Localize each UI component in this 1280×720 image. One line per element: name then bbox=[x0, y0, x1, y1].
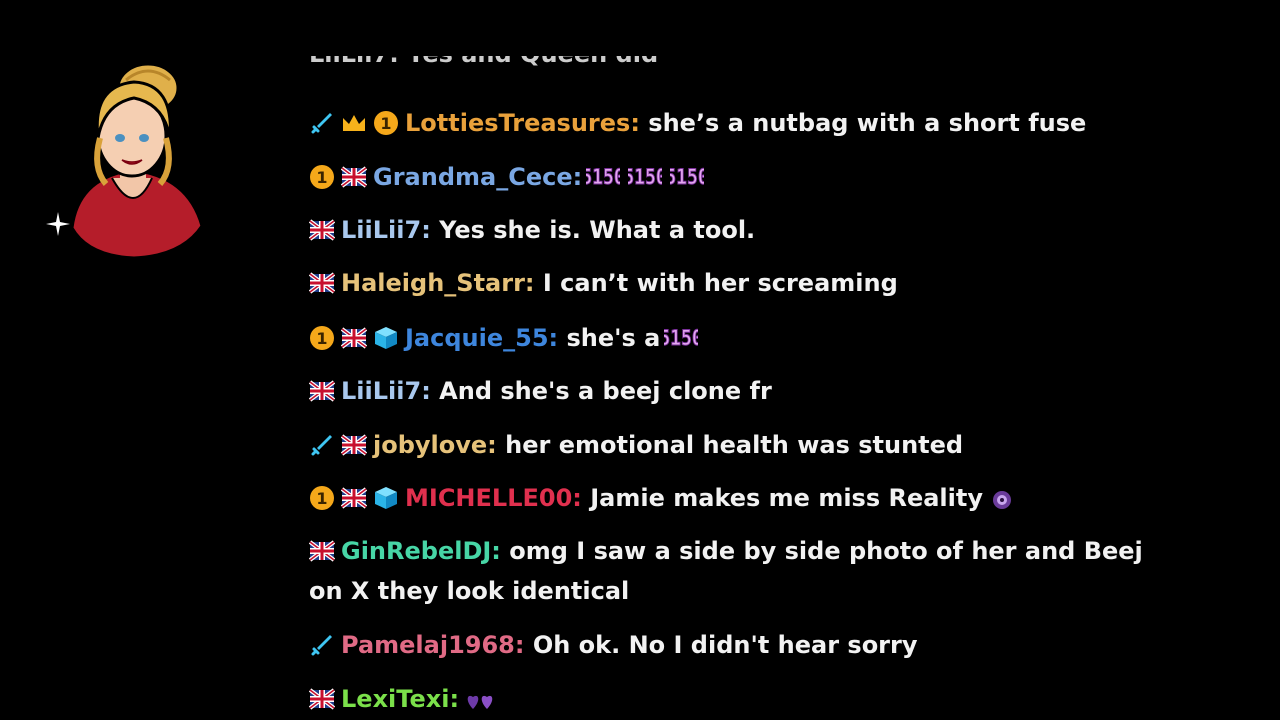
chat-text: And she's a beej clone fr bbox=[430, 377, 772, 405]
chat-message: 1Grandma_Cece:515051505150 bbox=[309, 157, 1189, 203]
chat-message: 1 LottiesTreasures: she’s a nutbag with a… bbox=[309, 103, 1189, 143]
uk-flag-icon bbox=[309, 217, 335, 243]
svg-text:1: 1 bbox=[316, 168, 327, 187]
crown-icon bbox=[341, 110, 367, 136]
chat-username[interactable]: jobylove: bbox=[373, 431, 497, 459]
chat-text: her emotional health was stunted bbox=[496, 431, 964, 459]
uk-flag-icon bbox=[309, 538, 335, 564]
svg-text:5150: 5150 bbox=[586, 164, 620, 189]
uk-flag-icon bbox=[309, 270, 335, 296]
tier1-icon: 1 bbox=[309, 485, 335, 511]
chat-username[interactable]: MICHELLE00: bbox=[405, 484, 582, 512]
uk-flag-icon bbox=[341, 432, 367, 458]
chat-username[interactable]: GinRebelDJ: bbox=[341, 537, 501, 565]
chat-username[interactable]: LiiLii7: bbox=[341, 216, 431, 244]
emote-5150: 5150 bbox=[581, 161, 625, 203]
chat-message: Haleigh_Starr: I can’t with her screamin… bbox=[309, 263, 1189, 303]
purple-hearts-emote-icon bbox=[463, 685, 499, 720]
chat-username[interactable]: Pamelaj1968: bbox=[341, 631, 524, 659]
svg-text:1: 1 bbox=[316, 329, 327, 348]
chat-username[interactable]: LiiLii7: bbox=[341, 377, 431, 405]
chat-username[interactable]: LottiesTreasures: bbox=[405, 109, 640, 137]
sword-icon bbox=[309, 632, 335, 658]
svg-text:5150: 5150 bbox=[670, 164, 704, 189]
chat-text: Oh ok. No I didn't hear sorry bbox=[524, 631, 918, 659]
cube-icon bbox=[373, 485, 399, 511]
chat-message: jobylove: her emotional health was stunt… bbox=[309, 425, 1189, 465]
chat-text: I can’t with her screaming bbox=[534, 269, 898, 297]
chat-message: 1 MICHELLE00: Jamie makes me miss Reality bbox=[309, 478, 1189, 524]
chat-message: 1 Jacquie_55: she's a5150 bbox=[309, 318, 1189, 364]
svg-text:1: 1 bbox=[316, 489, 327, 508]
uk-flag-icon bbox=[341, 164, 367, 190]
chat-username[interactable]: Grandma_Cece: bbox=[373, 163, 582, 191]
chat-username[interactable]: Jacquie_55: bbox=[405, 324, 558, 352]
sword-icon bbox=[309, 432, 335, 458]
chat-message: LiiLii7: Yes she is. What a tool. bbox=[309, 210, 1189, 250]
svg-text:5150: 5150 bbox=[628, 164, 662, 189]
chat-text: Yes she is. What a tool. bbox=[430, 216, 756, 244]
tier1-icon: 1 bbox=[309, 164, 335, 190]
chat-message: LiiLii7: And she's a beej clone fr bbox=[309, 371, 1189, 411]
uk-flag-icon bbox=[309, 686, 335, 712]
chat-username[interactable]: LexiTexi: bbox=[341, 685, 459, 713]
svg-text:5150: 5150 bbox=[664, 325, 698, 350]
chat-overlay: LiiLii7: Yes and Queen did 1 LottiesTreasu… bbox=[309, 0, 1209, 720]
emote-5150: 5150 bbox=[623, 161, 667, 203]
streamer-avatar bbox=[60, 58, 210, 260]
chat-text: Jamie makes me miss Reality bbox=[581, 484, 983, 512]
chat-text: she’s a nutbag with a short fuse bbox=[639, 109, 1087, 137]
uk-flag-icon bbox=[309, 378, 335, 404]
emote-5150: 5150 bbox=[659, 322, 703, 364]
svg-text:1: 1 bbox=[380, 114, 391, 133]
emote-5150: 5150 bbox=[665, 161, 709, 203]
uk-flag-icon bbox=[341, 485, 367, 511]
sword-icon bbox=[309, 110, 335, 136]
chat-message: Pamelaj1968: Oh ok. No I didn't hear sor… bbox=[309, 625, 1189, 665]
uk-flag-icon bbox=[341, 325, 367, 351]
eye-emote-icon bbox=[987, 484, 1017, 524]
tier1-icon: 1 bbox=[309, 325, 335, 351]
chat-username[interactable]: Haleigh_Starr: bbox=[341, 269, 535, 297]
chat-message-partial: LiiLii7: Yes and Queen did bbox=[309, 56, 1189, 80]
chat-message: GinRebelDJ: omg I saw a side by side pho… bbox=[309, 531, 1169, 611]
chat-message: LexiTexi: bbox=[309, 679, 1189, 720]
sparkle-icon bbox=[44, 210, 72, 242]
tier1-icon: 1 bbox=[373, 110, 399, 136]
cube-icon bbox=[373, 325, 399, 351]
chat-text: she's a bbox=[558, 324, 661, 352]
